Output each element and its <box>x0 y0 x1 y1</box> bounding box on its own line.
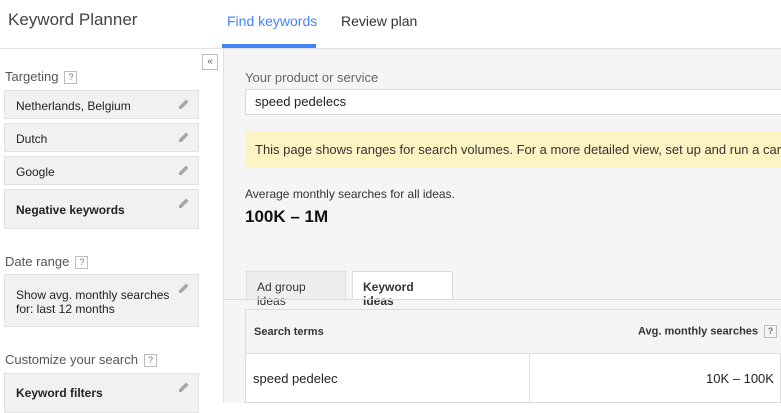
targeting-title-text: Targeting <box>5 69 59 84</box>
pencil-icon[interactable] <box>178 282 190 294</box>
date-range-title-text: Date range <box>5 254 70 269</box>
targeting-location-label: Netherlands, Belgium <box>16 99 131 113</box>
negative-keywords-label: Negative keywords <box>16 203 125 217</box>
info-notice: This page shows ranges for search volume… <box>245 131 781 167</box>
date-range-line2: for: last 12 months <box>16 302 115 316</box>
pencil-icon[interactable] <box>178 164 190 176</box>
pencil-icon[interactable] <box>178 381 190 393</box>
product-label: Your product or service <box>245 70 379 85</box>
header-avg-monthly-text: Avg. monthly searches <box>638 325 759 338</box>
keyword-filters-label: Keyword filters <box>16 386 103 400</box>
column-divider <box>529 354 530 404</box>
header-avg-monthly[interactable]: Avg. monthly searches? <box>638 325 778 338</box>
targeting-network[interactable]: Google <box>4 156 199 185</box>
collapse-sidebar-button[interactable]: « <box>202 54 218 70</box>
tab-keyword-ideas[interactable]: Keyword ideas <box>352 271 453 308</box>
help-icon[interactable]: ? <box>75 256 89 270</box>
keyword-table: Search terms Avg. monthly searches? spee… <box>245 309 781 404</box>
pencil-icon[interactable] <box>178 131 190 143</box>
table-header: Search terms Avg. monthly searches? <box>246 310 781 354</box>
avg-searches-label: Average monthly searches for all ideas. <box>245 187 455 201</box>
help-icon[interactable]: ? <box>143 354 157 368</box>
double-chevron-left-icon: « <box>207 56 213 67</box>
tab-find-keywords[interactable]: Find keywords <box>227 13 317 29</box>
table-row[interactable]: speed pedelec 10K – 100K <box>246 354 781 404</box>
top-bar: Keyword Planner Find keywords Review pla… <box>0 0 781 49</box>
tabs-divider <box>224 299 781 300</box>
help-icon[interactable]: ? <box>764 325 778 338</box>
pencil-icon[interactable] <box>178 197 190 209</box>
active-tab-indicator <box>222 44 316 48</box>
negative-keywords[interactable]: Negative keywords <box>4 189 199 229</box>
cell-avg-monthly: 10K – 100K <box>706 371 774 386</box>
keyword-filters[interactable]: Keyword filters <box>4 373 199 413</box>
targeting-title: Targeting? <box>5 69 78 85</box>
customize-title-text: Customize your search <box>5 352 138 367</box>
app-title: Keyword Planner <box>8 10 138 29</box>
date-range-title: Date range? <box>5 254 89 270</box>
product-input[interactable]: speed pedelecs <box>245 89 781 115</box>
tab-ad-group-ideas[interactable]: Ad group ideas <box>246 271 346 308</box>
targeting-network-label: Google <box>16 165 55 179</box>
targeting-language[interactable]: Dutch <box>4 123 199 152</box>
header-search-terms[interactable]: Search terms <box>254 326 324 338</box>
date-range-card[interactable]: Show avg. monthly searches for: last 12 … <box>4 274 199 327</box>
targeting-location[interactable]: Netherlands, Belgium <box>4 90 199 119</box>
help-icon[interactable]: ? <box>64 71 78 85</box>
tab-review-plan[interactable]: Review plan <box>341 13 417 29</box>
date-range-line1: Show avg. monthly searches <box>16 288 170 302</box>
cell-search-term: speed pedelec <box>253 371 338 386</box>
customize-title: Customize your search? <box>5 352 157 368</box>
pencil-icon[interactable] <box>178 98 190 110</box>
avg-searches-value: 100K – 1M <box>245 207 329 226</box>
date-range-value: Show avg. monthly searches for: last 12 … <box>16 288 169 316</box>
targeting-language-label: Dutch <box>16 132 48 146</box>
